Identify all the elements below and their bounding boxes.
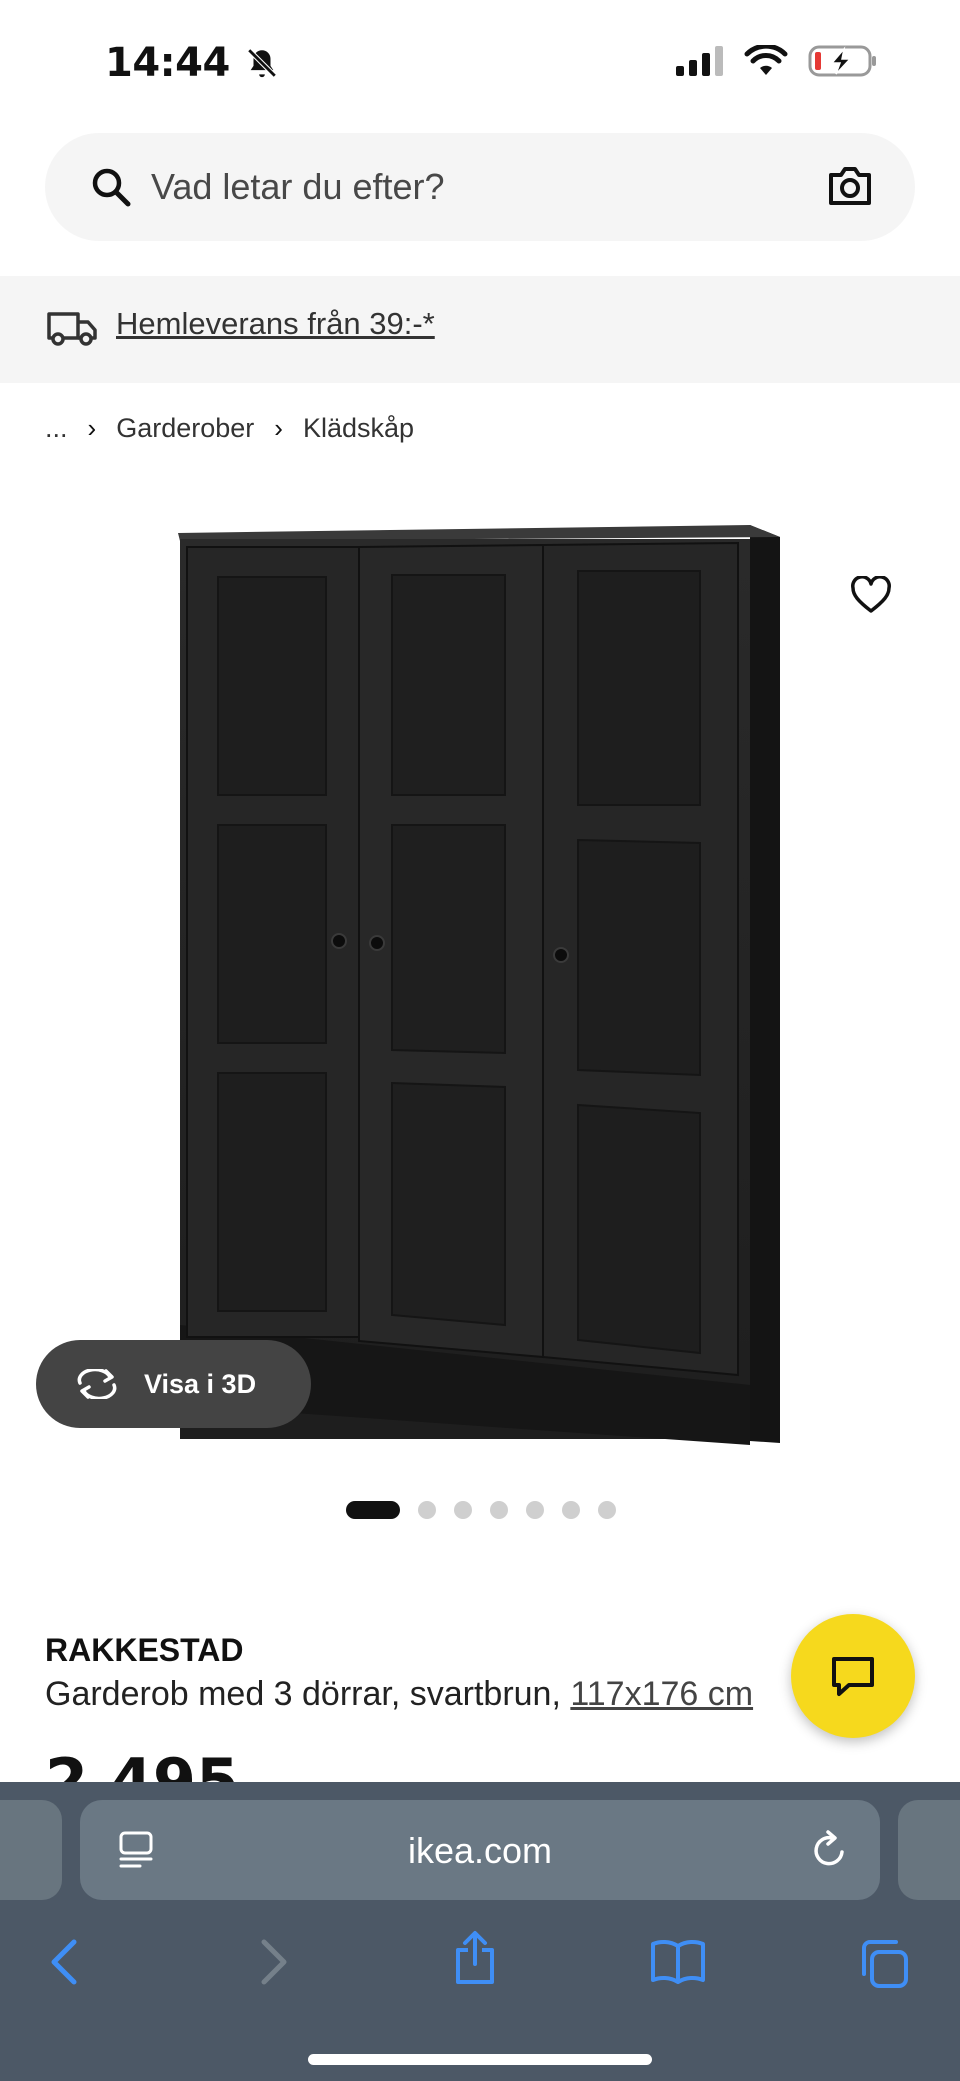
breadcrumb-item-kladskap[interactable]: Klädskåp (303, 413, 414, 444)
bookmarks-icon[interactable] (650, 1938, 706, 1984)
product-size-link[interactable]: 117x176 cm (570, 1675, 753, 1713)
add-to-wishlist-button[interactable] (846, 570, 896, 620)
next-tab-preview[interactable] (898, 1800, 960, 1900)
search-input[interactable] (151, 153, 811, 221)
product-description: Garderob med 3 dörrar, svartbrun, 117x17… (45, 1675, 753, 1714)
tabs-icon[interactable] (858, 1938, 910, 1990)
carousel-dot[interactable] (346, 1501, 400, 1519)
status-time: 14:44 (105, 40, 279, 86)
product-description-text: Garderob med 3 dörrar, svartbrun, (45, 1675, 571, 1713)
back-icon[interactable] (48, 1938, 82, 1986)
share-button[interactable] (452, 1930, 498, 1991)
carousel-dot[interactable] (418, 1501, 436, 1519)
forward-icon[interactable] (256, 1938, 290, 1986)
browser-toolbar: ikea.com (0, 1782, 960, 2081)
bookmarks-button[interactable] (650, 1938, 706, 1989)
status-bar: 14:44 (0, 0, 960, 120)
url-text[interactable]: ikea.com (80, 1830, 880, 1872)
previous-tab-preview[interactable] (0, 1800, 62, 1900)
delivery-banner[interactable]: Hemleverans från 39:-* (0, 276, 960, 383)
heart-icon[interactable] (850, 576, 892, 614)
wifi-icon (744, 45, 788, 75)
chevron-right-icon: › (274, 413, 283, 443)
search-icon[interactable] (89, 165, 133, 209)
carousel-dot[interactable] (598, 1501, 616, 1519)
battery-charging-icon (808, 45, 876, 77)
search-bar[interactable] (45, 133, 915, 241)
chat-icon (832, 1657, 874, 1696)
carousel-dot[interactable] (454, 1501, 472, 1519)
delivery-link[interactable]: Hemleverans från 39:-* (116, 306, 435, 342)
chevron-right-icon: › (87, 413, 97, 443)
rotate-3d-icon (77, 1369, 117, 1399)
camera-icon[interactable] (827, 165, 873, 207)
address-bar[interactable]: ikea.com (80, 1800, 880, 1900)
browser-nav-row (0, 1930, 960, 2010)
status-indicators (676, 44, 878, 78)
wardrobe-image (178, 525, 780, 1445)
home-indicator (308, 2054, 652, 2065)
back-button[interactable] (48, 1938, 82, 1991)
tabs-button[interactable] (858, 1938, 910, 1995)
forward-button[interactable] (256, 1938, 290, 1991)
breadcrumb: ... › Garderober › Klädskåp (45, 413, 414, 444)
carousel-dot[interactable] (526, 1501, 544, 1519)
chat-button[interactable] (791, 1614, 915, 1738)
share-icon[interactable] (452, 1930, 498, 1986)
view-in-3d-button[interactable]: Visa i 3D (36, 1340, 311, 1428)
carousel-dot[interactable] (490, 1501, 508, 1519)
carousel-dots[interactable] (346, 1501, 616, 1519)
view-in-3d-label: Visa i 3D (144, 1368, 257, 1399)
product-name: RAKKESTAD (45, 1632, 244, 1668)
bell-muted-icon (247, 48, 277, 78)
reload-icon[interactable] (810, 1828, 850, 1870)
breadcrumb-item-garderober[interactable]: Garderober (116, 413, 254, 444)
breadcrumb-ellipsis[interactable]: ... (45, 413, 68, 444)
product-image[interactable] (0, 495, 960, 1475)
carousel-dot[interactable] (562, 1501, 580, 1519)
cellular-signal-icon (676, 46, 723, 76)
truck-icon (47, 312, 97, 346)
